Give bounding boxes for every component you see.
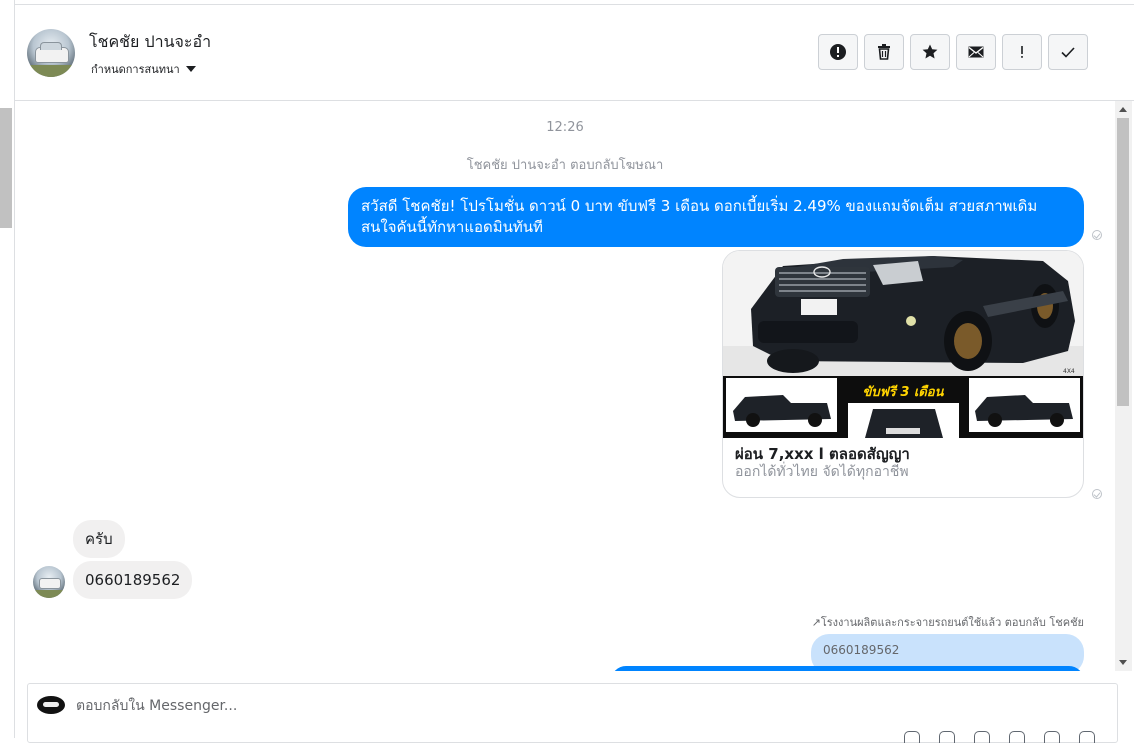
thread-scrollbar[interactable]	[1115, 101, 1132, 671]
mark-unread-button[interactable]	[956, 34, 996, 70]
ad-card-subtitle: ออกได้ทั่วไทย จัดได้ทุกอาชีพ	[735, 464, 909, 480]
caret-down-icon	[185, 66, 196, 72]
envelope-icon	[968, 46, 984, 58]
ad-reply-note: โชคชัย ปานจะอำ ตอบกลับโฆษณา	[466, 158, 664, 173]
composer-toolbar	[904, 731, 1095, 743]
emoji-icon[interactable]	[1009, 731, 1025, 743]
incoming-message[interactable]: ครับ	[73, 520, 125, 558]
follow-up-button[interactable]	[1002, 34, 1042, 70]
trash-icon	[878, 44, 890, 60]
message-timestamp: 12:26	[546, 120, 584, 135]
conversation-actions	[818, 34, 1088, 70]
paperclip-icon[interactable]	[939, 731, 955, 743]
ad-banner-text: ขับฟรี 3 เดือน	[862, 384, 944, 400]
contact-avatar-small[interactable]	[33, 566, 65, 598]
attachment-icon[interactable]	[904, 731, 920, 743]
seen-check-icon	[1092, 230, 1102, 240]
outgoing-message[interactable]: สวัสดี โชคชัย! โปรโมชั่น ดาวน์ 0 บาท ขับ…	[348, 187, 1084, 247]
send-icon[interactable]	[1079, 731, 1095, 743]
scrollbar-thumb[interactable]	[1117, 118, 1129, 406]
seen-check-icon	[1092, 489, 1102, 499]
delete-button[interactable]	[864, 34, 904, 70]
scroll-down-arrow[interactable]	[1119, 660, 1127, 665]
left-scrollbar-thumb[interactable]	[0, 108, 12, 228]
four-by-four-badge: 4X4	[1063, 368, 1075, 375]
outgoing-message-partial[interactable]	[611, 666, 1084, 671]
mark-done-button[interactable]	[1048, 34, 1088, 70]
conversation-header: โชคชัย ปานจะอำ กำหนดการสนทนา	[15, 5, 1134, 101]
contact-name[interactable]: โชคชัย ปานจะอำ	[89, 30, 211, 55]
report-button[interactable]	[818, 34, 858, 70]
incoming-message[interactable]: 0660189562	[73, 561, 193, 599]
ad-card-image[interactable]: 4X4 ขับฟรี 3 เดือน	[723, 251, 1083, 438]
page-reply-note: ↗โรงงานผลิตและกระจายรถยนต์ใช้แล้ว ตอบกลั…	[811, 616, 1084, 629]
exclamation-icon	[1021, 46, 1023, 58]
like-icon[interactable]	[1044, 731, 1060, 743]
star-icon	[922, 44, 938, 59]
check-icon	[1061, 47, 1075, 58]
saved-reply-icon[interactable]	[974, 731, 990, 743]
assign-conversation-dropdown[interactable]: กำหนดการสนทนา	[91, 60, 196, 78]
star-button[interactable]	[910, 34, 950, 70]
contact-avatar[interactable]	[27, 29, 75, 77]
alert-circle-icon	[830, 44, 846, 60]
page-logo-icon	[37, 696, 65, 714]
ad-card[interactable]: 4X4 ขับฟรี 3 เดือน ผ่อน 7,xxx l ตลอดสัญญ…	[722, 250, 1084, 498]
assign-label: กำหนดการสนทนา	[91, 63, 180, 76]
reply-input[interactable]	[76, 695, 976, 717]
truck-photo: 4X4 ขับฟรี 3 เดือน	[723, 251, 1083, 438]
message-thread[interactable]: 12:26 โชคชัย ปานจะอำ ตอบกลับโฆษณา สวัสดี…	[15, 101, 1115, 671]
reply-composer	[27, 683, 1118, 743]
scroll-up-arrow[interactable]	[1119, 107, 1127, 112]
